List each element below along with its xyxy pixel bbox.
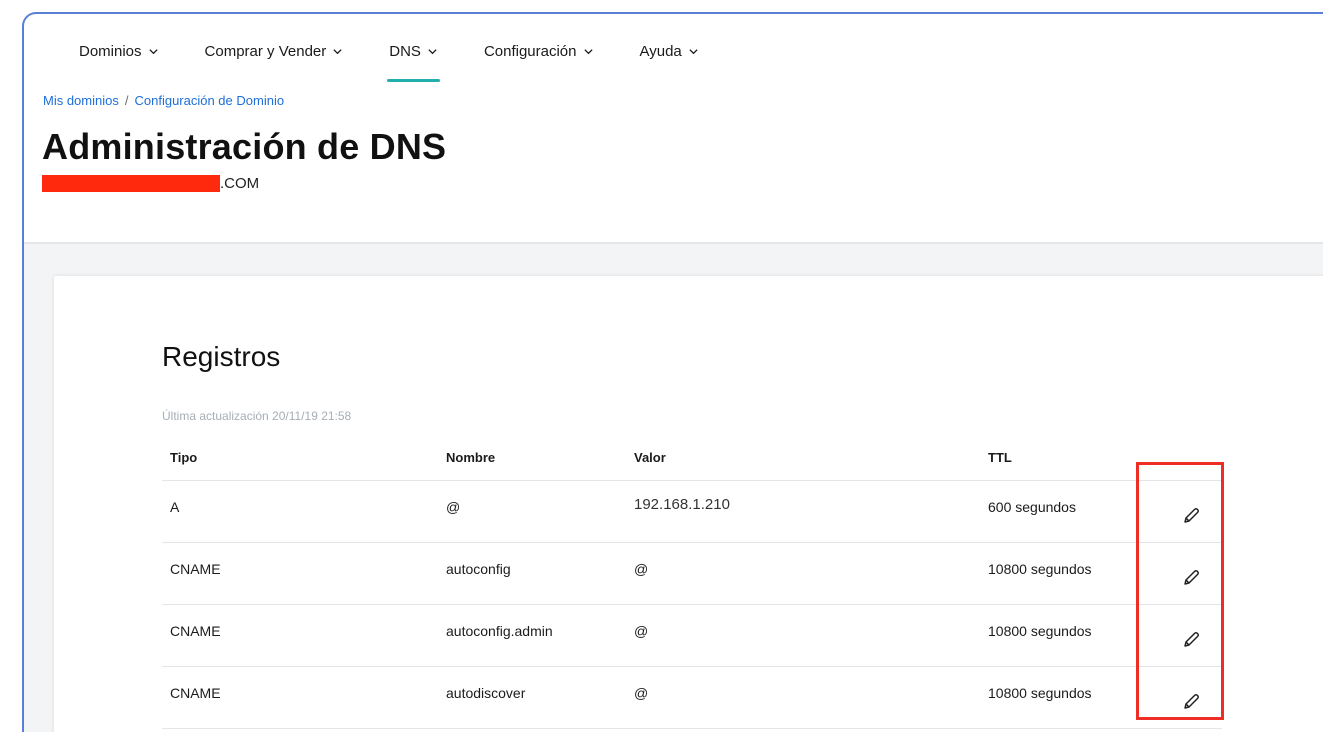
- header-tipo: Tipo: [170, 450, 198, 465]
- cell-ttl: 600 segundos: [988, 499, 1076, 515]
- cell-ttl: 10800 segundos: [988, 561, 1092, 577]
- cell-valor: @: [634, 685, 649, 701]
- breadcrumb: Mis dominios / Configuración de Dominio: [43, 93, 284, 108]
- pencil-icon: [1184, 694, 1199, 709]
- nav-item-configuracion[interactable]: Configuración: [484, 36, 594, 66]
- dns-records-table: Tipo Nombre Valor TTL A @ 192.168.1.210 …: [162, 436, 1222, 729]
- edit-record-button[interactable]: [1178, 627, 1204, 653]
- chevron-down-icon: [148, 48, 158, 54]
- cell-valor: 192.168.1.210: [634, 496, 730, 513]
- cell-tipo: A: [170, 499, 180, 515]
- records-card: Registros Última actualización 20/11/19 …: [54, 276, 1323, 732]
- table-row: A @ 192.168.1.210 600 segundos: [162, 481, 1222, 543]
- browser-frame: Dominios Comprar y Vender DNS Configurac…: [22, 12, 1323, 732]
- cell-ttl: 10800 segundos: [988, 685, 1092, 701]
- table-row: CNAME autodiscover @ 10800 segundos: [162, 667, 1222, 729]
- page-title: Administración de DNS: [42, 126, 447, 167]
- edit-record-button[interactable]: [1178, 689, 1204, 715]
- nav-item-label: DNS: [389, 42, 421, 60]
- domain-suffix: .COM: [220, 175, 260, 192]
- table-header: Tipo Nombre Valor TTL: [162, 436, 1222, 481]
- table-row: CNAME autoconfig @ 10800 segundos: [162, 543, 1222, 605]
- cell-tipo: CNAME: [170, 685, 221, 701]
- nav-item-comprar-vender[interactable]: Comprar y Vender: [205, 36, 344, 66]
- cell-ttl: 10800 segundos: [988, 623, 1092, 639]
- chevron-down-icon: [333, 48, 342, 54]
- cell-valor: @: [634, 561, 649, 577]
- nav-item-label: Ayuda: [639, 42, 682, 60]
- nav-item-ayuda[interactable]: Ayuda: [640, 36, 699, 66]
- header-ttl: TTL: [988, 450, 1012, 465]
- cell-nombre: autoconfig: [446, 561, 511, 577]
- chevron-down-icon: [583, 48, 593, 54]
- chevron-down-icon: [689, 48, 698, 54]
- domain-name: .COM: [42, 172, 259, 192]
- chevron-down-icon: [428, 48, 437, 54]
- cell-nombre: autoconfig.admin: [446, 623, 553, 639]
- table-row: CNAME autoconfig.admin @ 10800 segundos: [162, 605, 1222, 667]
- pencil-icon: [1184, 570, 1199, 585]
- top-nav: Dominios Comprar y Vender DNS Configurac…: [79, 36, 745, 82]
- nav-item-dns[interactable]: DNS: [387, 36, 440, 82]
- nav-item-dominios[interactable]: Dominios: [79, 36, 159, 66]
- cell-nombre: @: [446, 499, 461, 515]
- nav-item-label: Comprar y Vender: [204, 42, 327, 60]
- cell-nombre: autodiscover: [446, 685, 526, 701]
- pencil-icon: [1184, 632, 1199, 647]
- nav-item-label: Configuración: [483, 42, 577, 60]
- last-update-text: Última actualización 20/11/19 21:58: [162, 409, 352, 423]
- cell-tipo: CNAME: [170, 623, 221, 639]
- nav-item-label: Dominios: [79, 42, 142, 60]
- header-valor: Valor: [634, 450, 666, 465]
- cell-valor: @: [634, 623, 649, 639]
- pencil-icon: [1184, 508, 1199, 523]
- cell-tipo: CNAME: [170, 561, 221, 577]
- records-title: Registros: [162, 341, 281, 372]
- edit-record-button[interactable]: [1178, 565, 1204, 591]
- redaction-bar: [42, 175, 220, 192]
- breadcrumb-mis-dominios[interactable]: Mis dominios: [43, 93, 119, 108]
- header-nombre: Nombre: [446, 450, 496, 465]
- edit-record-button[interactable]: [1178, 503, 1204, 529]
- breadcrumb-separator: /: [124, 93, 129, 108]
- breadcrumb-configuracion-dominio[interactable]: Configuración de Dominio: [134, 93, 284, 108]
